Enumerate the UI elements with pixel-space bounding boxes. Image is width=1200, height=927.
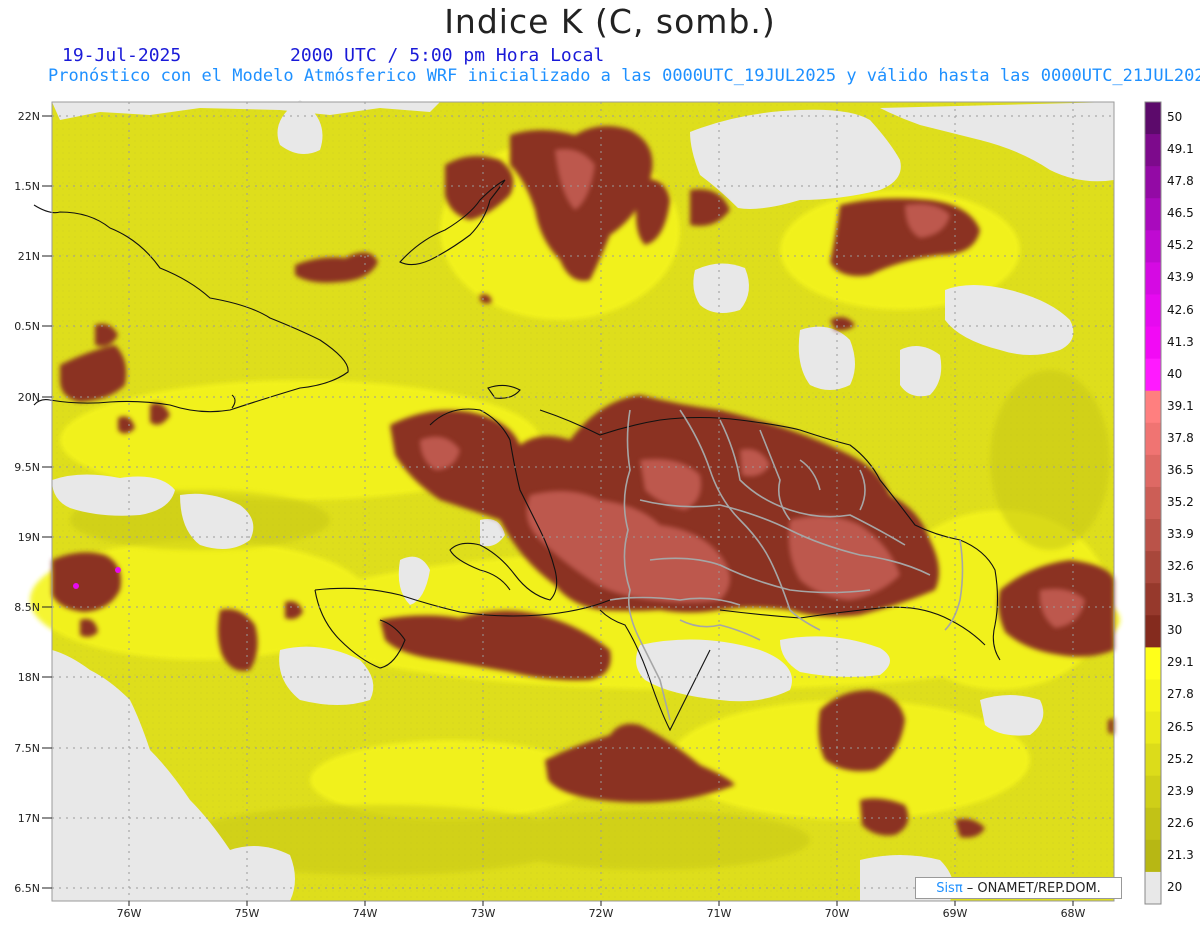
valid-date: 19-Jul-2025 [62, 45, 182, 66]
colorbar-label: 43.9 [1167, 270, 1194, 285]
lat-label: 1.5N [14, 180, 40, 193]
lat-label: 20N [18, 391, 40, 404]
lat-label: 6.5N [14, 882, 40, 895]
colorbar-label: 21.3 [1167, 847, 1194, 862]
colorbar-label: 30 [1167, 623, 1183, 638]
colorbar-label: 31.3 [1167, 591, 1194, 606]
colorbar-swatch [1145, 519, 1161, 552]
colorbar-swatch [1145, 230, 1161, 263]
colorbar-swatch [1145, 390, 1161, 424]
colorbar-swatch [1145, 711, 1161, 745]
colorbar-label: 26.5 [1167, 719, 1194, 734]
longitude-axis: 76W 75W 74W 73W 72W 71W 70W 69W 68W [117, 907, 1086, 920]
forecast-map: 22N 1.5N 21N 0.5N 20N 9.5N 19N 8.5N 18N … [14, 100, 1162, 920]
colorbar-swatch [1145, 422, 1161, 456]
colorbar-swatch [1145, 134, 1161, 167]
colorbar-label: 37.8 [1167, 430, 1194, 445]
colorbar-swatch [1145, 166, 1161, 199]
colorbar-swatch [1145, 326, 1161, 360]
colorbar-swatch [1145, 454, 1161, 488]
lat-label: 22N [18, 110, 40, 123]
colorbar-label: 42.6 [1167, 302, 1194, 317]
colorbar-label: 20 [1167, 879, 1183, 894]
colorbar-swatch [1145, 583, 1161, 616]
lat-label: 17N [18, 812, 40, 825]
colorbar-swatch [1145, 743, 1161, 777]
lat-label: 9.5N [14, 461, 40, 474]
colorbar-swatch [1145, 807, 1161, 841]
lat-label: 19N [18, 531, 40, 544]
credit-org: – ONAMET/REP.DOM. [962, 881, 1101, 896]
lat-label: 7.5N [14, 742, 40, 755]
colorbar-label: 36.5 [1167, 462, 1194, 477]
lon-label: 76W [117, 907, 142, 920]
colorbar-label: 35.2 [1167, 495, 1194, 509]
colorbar-label: 23.9 [1167, 783, 1194, 798]
colorbar-label: 46.5 [1167, 206, 1194, 221]
forecast-description: Pronóstico con el Modelo Atmósferico WRF… [48, 66, 1200, 86]
colorbar-label: 25.2 [1167, 751, 1194, 766]
colorbar-swatch [1145, 775, 1161, 809]
colorbar-swatch [1145, 679, 1161, 713]
colorbar-label: 33.9 [1167, 527, 1194, 542]
colorbar-swatch [1145, 647, 1161, 680]
lat-label: 18N [18, 671, 40, 684]
colorbar-swatch [1145, 262, 1161, 295]
lon-label: 70W [825, 907, 850, 920]
lon-label: 68W [1061, 907, 1086, 920]
lat-label: 0.5N [14, 320, 40, 333]
colorbar-label: 32.6 [1167, 559, 1194, 574]
colorbar-label: 22.6 [1167, 815, 1194, 830]
lon-label: 72W [589, 907, 614, 920]
lon-label: 71W [707, 907, 732, 920]
lat-label: 21N [18, 250, 40, 263]
colorbar-swatch [1145, 615, 1161, 648]
map-title: Indice K (C, somb.) [444, 2, 776, 41]
colorbar [1144, 101, 1162, 905]
colorbar-label: 27.8 [1167, 687, 1194, 702]
colorbar-label: 49.1 [1167, 142, 1194, 157]
colorbar-label: 29.1 [1167, 655, 1194, 670]
lon-label: 69W [943, 907, 968, 920]
colorbar-swatch [1145, 871, 1161, 905]
colorbar-swatch [1145, 102, 1161, 135]
colorbar-label: 41.3 [1167, 334, 1194, 349]
valid-time: 2000 UTC / 5:00 pm Hora Local [290, 45, 605, 66]
colorbar-label: 40 [1167, 366, 1183, 381]
colorbar-swatch [1145, 294, 1161, 328]
colorbar-swatch [1145, 551, 1161, 584]
latitude-axis: 22N 1.5N 21N 0.5N 20N 9.5N 19N 8.5N 18N … [14, 110, 40, 895]
sispi-logo-text: Sisπ [936, 881, 963, 896]
colorbar-swatch [1145, 198, 1161, 231]
colorbar-label: 39.1 [1167, 398, 1194, 413]
lon-label: 73W [471, 907, 496, 920]
colorbar-swatch [1145, 486, 1161, 520]
lon-label: 74W [353, 907, 378, 920]
colorbar-label: 47.8 [1167, 174, 1194, 189]
colorbar-label: 45.2 [1167, 238, 1194, 253]
colorbar-label: 50 [1167, 110, 1183, 125]
colorbar-swatch [1145, 839, 1161, 873]
lat-label: 8.5N [14, 601, 40, 614]
credit-box: Sisπ – ONAMET/REP.DOM. [915, 877, 1122, 899]
colorbar-swatch [1145, 358, 1161, 392]
lon-label: 75W [235, 907, 260, 920]
